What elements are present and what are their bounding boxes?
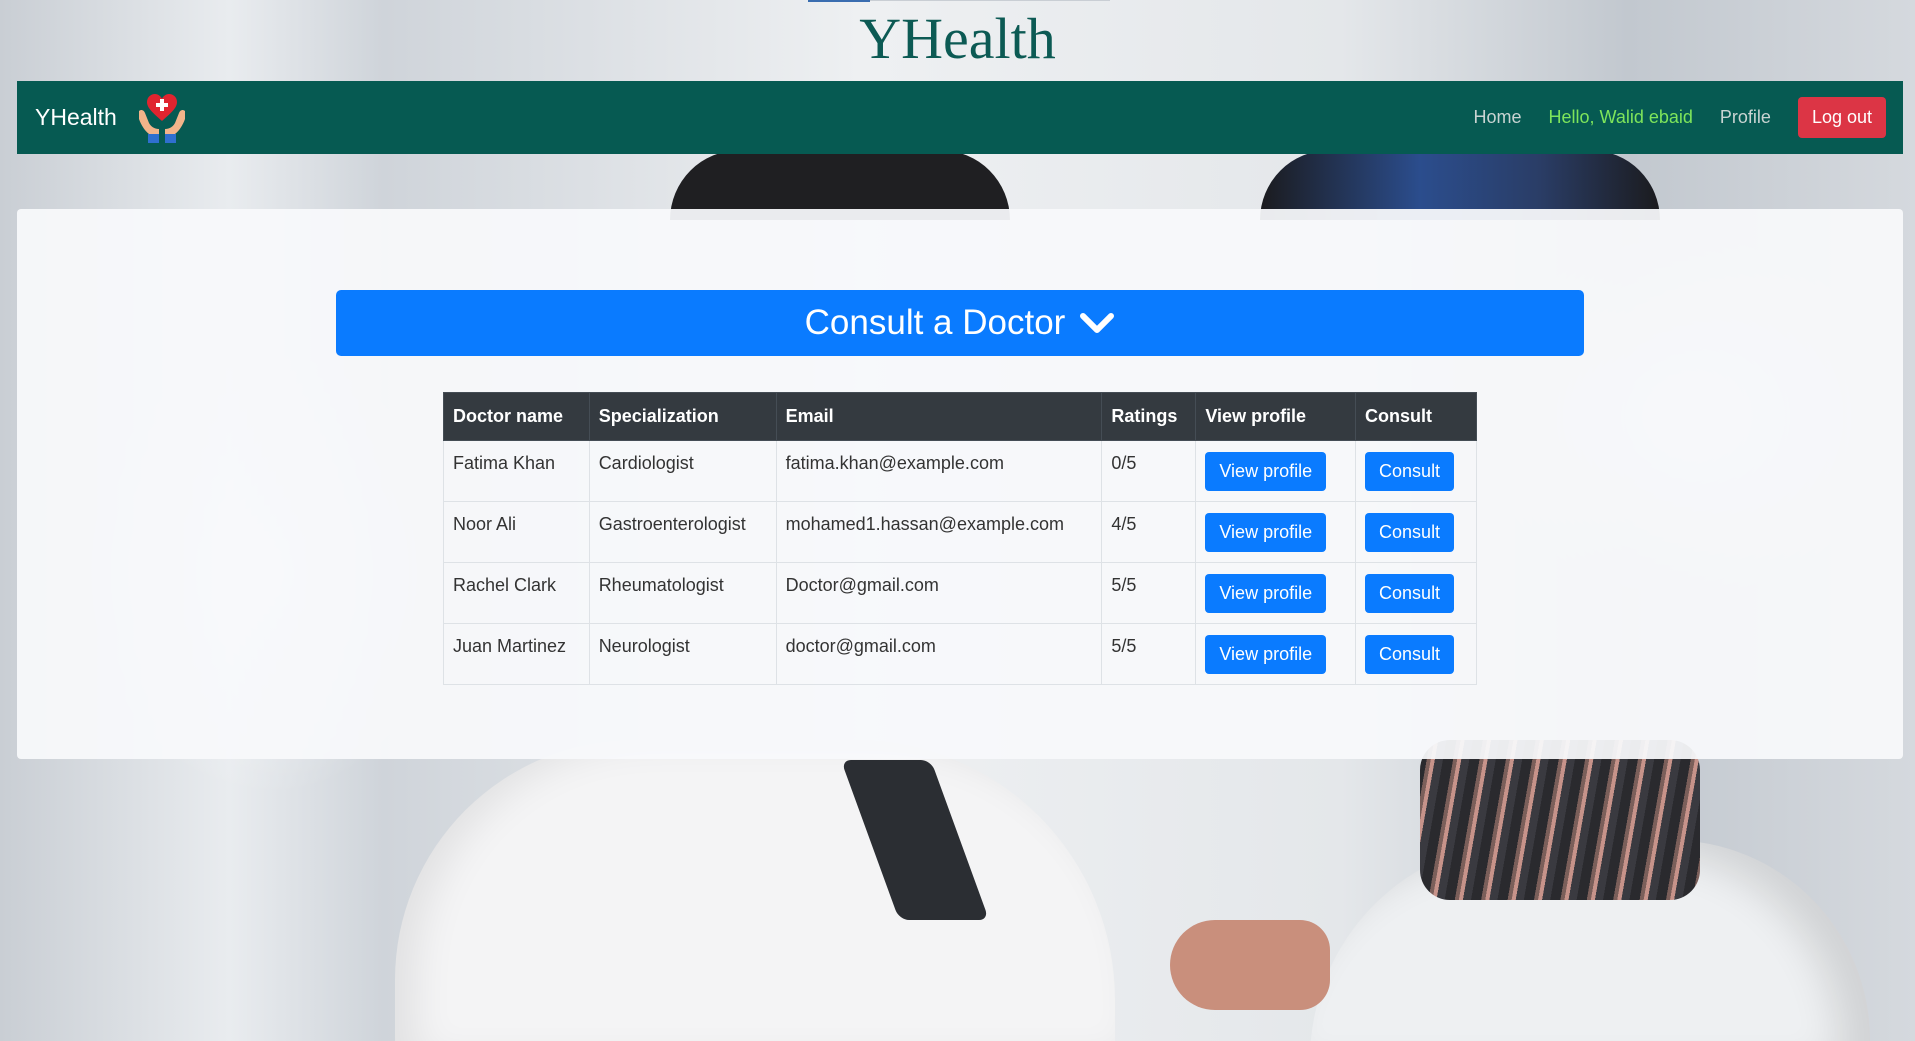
consult-button[interactable]: Consult	[1365, 512, 1455, 552]
nav-profile-link[interactable]: Profile	[1720, 107, 1771, 128]
nav-home-link[interactable]: Home	[1473, 107, 1521, 128]
specialization-cell: Gastroenterologist	[588, 501, 777, 563]
navbar-links: Home Hello, Walid ebaid Profile Log out	[1473, 97, 1886, 138]
rating-cell: 0/5	[1101, 440, 1197, 502]
logout-button[interactable]: Log out	[1797, 97, 1886, 138]
robot-neck-image	[1420, 740, 1700, 900]
table-header-row: Doctor name Specialization Email Ratings…	[443, 392, 1477, 441]
column-header: Doctor name	[443, 392, 590, 441]
specialization-cell: Rheumatologist	[588, 562, 777, 624]
email-cell: Doctor@gmail.com	[775, 562, 1103, 624]
navbar: YHealth Home Hello, Walid ebaid Profile …	[17, 81, 1903, 154]
email-cell: mohamed1.hassan@example.com	[775, 501, 1103, 563]
doctor-name-cell: Rachel Clark	[443, 562, 590, 624]
consult-cell: Consult	[1355, 623, 1477, 685]
consult-button[interactable]: Consult	[1365, 634, 1455, 674]
specialization-cell: Neurologist	[588, 623, 777, 685]
rating-cell: 5/5	[1101, 562, 1197, 624]
view-profile-button[interactable]: View profile	[1205, 573, 1327, 613]
nav-greeting[interactable]: Hello, Walid ebaid	[1549, 107, 1693, 128]
email-cell: fatima.khan@example.com	[775, 440, 1103, 502]
consult-cell: Consult	[1355, 440, 1477, 502]
view-profile-button[interactable]: View profile	[1205, 634, 1327, 674]
email-cell: doctor@gmail.com	[775, 623, 1103, 685]
view-profile-cell: View profile	[1195, 440, 1357, 502]
consult-cell: Consult	[1355, 562, 1477, 624]
doctor-name-cell: Juan Martinez	[443, 623, 590, 685]
doctor-hand-image	[1170, 920, 1330, 1010]
consult-cell: Consult	[1355, 501, 1477, 563]
table-row: Rachel Clark Rheumatologist Doctor@gmail…	[443, 562, 1477, 624]
navbar-brand[interactable]: YHealth	[35, 91, 189, 145]
brand-name: YHealth	[35, 104, 117, 130]
rating-cell: 5/5	[1101, 623, 1197, 685]
view-profile-button[interactable]: View profile	[1205, 451, 1327, 491]
view-profile-cell: View profile	[1195, 562, 1357, 624]
column-header: View profile	[1195, 392, 1357, 441]
doctor-coat-image	[395, 740, 1115, 1041]
site-title: YHealth	[859, 6, 1056, 71]
view-profile-cell: View profile	[1195, 623, 1357, 685]
consult-button[interactable]: Consult	[1365, 451, 1455, 491]
column-header: Specialization	[588, 392, 777, 441]
column-header: Ratings	[1101, 392, 1197, 441]
table-row: Noor Ali Gastroenterologist mohamed1.has…	[443, 501, 1477, 563]
table-row: Fatima Khan Cardiologist fatima.khan@exa…	[443, 440, 1477, 502]
table-row: Juan Martinez Neurologist doctor@gmail.c…	[443, 623, 1477, 685]
chevron-down-icon	[1080, 313, 1115, 333]
column-header: Consult	[1355, 392, 1477, 441]
view-profile-button[interactable]: View profile	[1205, 512, 1327, 552]
rating-cell: 4/5	[1101, 501, 1197, 563]
main-panel: Consult a Doctor Doctor name Specializat…	[17, 209, 1903, 759]
heart-hands-icon	[138, 93, 185, 143]
doctors-table: Doctor name Specialization Email Ratings…	[443, 392, 1477, 685]
column-header: Email	[775, 392, 1103, 441]
doctor-name-cell: Fatima Khan	[443, 440, 590, 502]
consult-doctor-label: Consult a Doctor	[804, 303, 1066, 342]
specialization-cell: Cardiologist	[588, 440, 777, 502]
view-profile-cell: View profile	[1195, 501, 1357, 563]
doctor-name-cell: Noor Ali	[443, 501, 590, 563]
consult-button[interactable]: Consult	[1365, 573, 1455, 613]
consult-doctor-toggle[interactable]: Consult a Doctor	[336, 290, 1584, 356]
